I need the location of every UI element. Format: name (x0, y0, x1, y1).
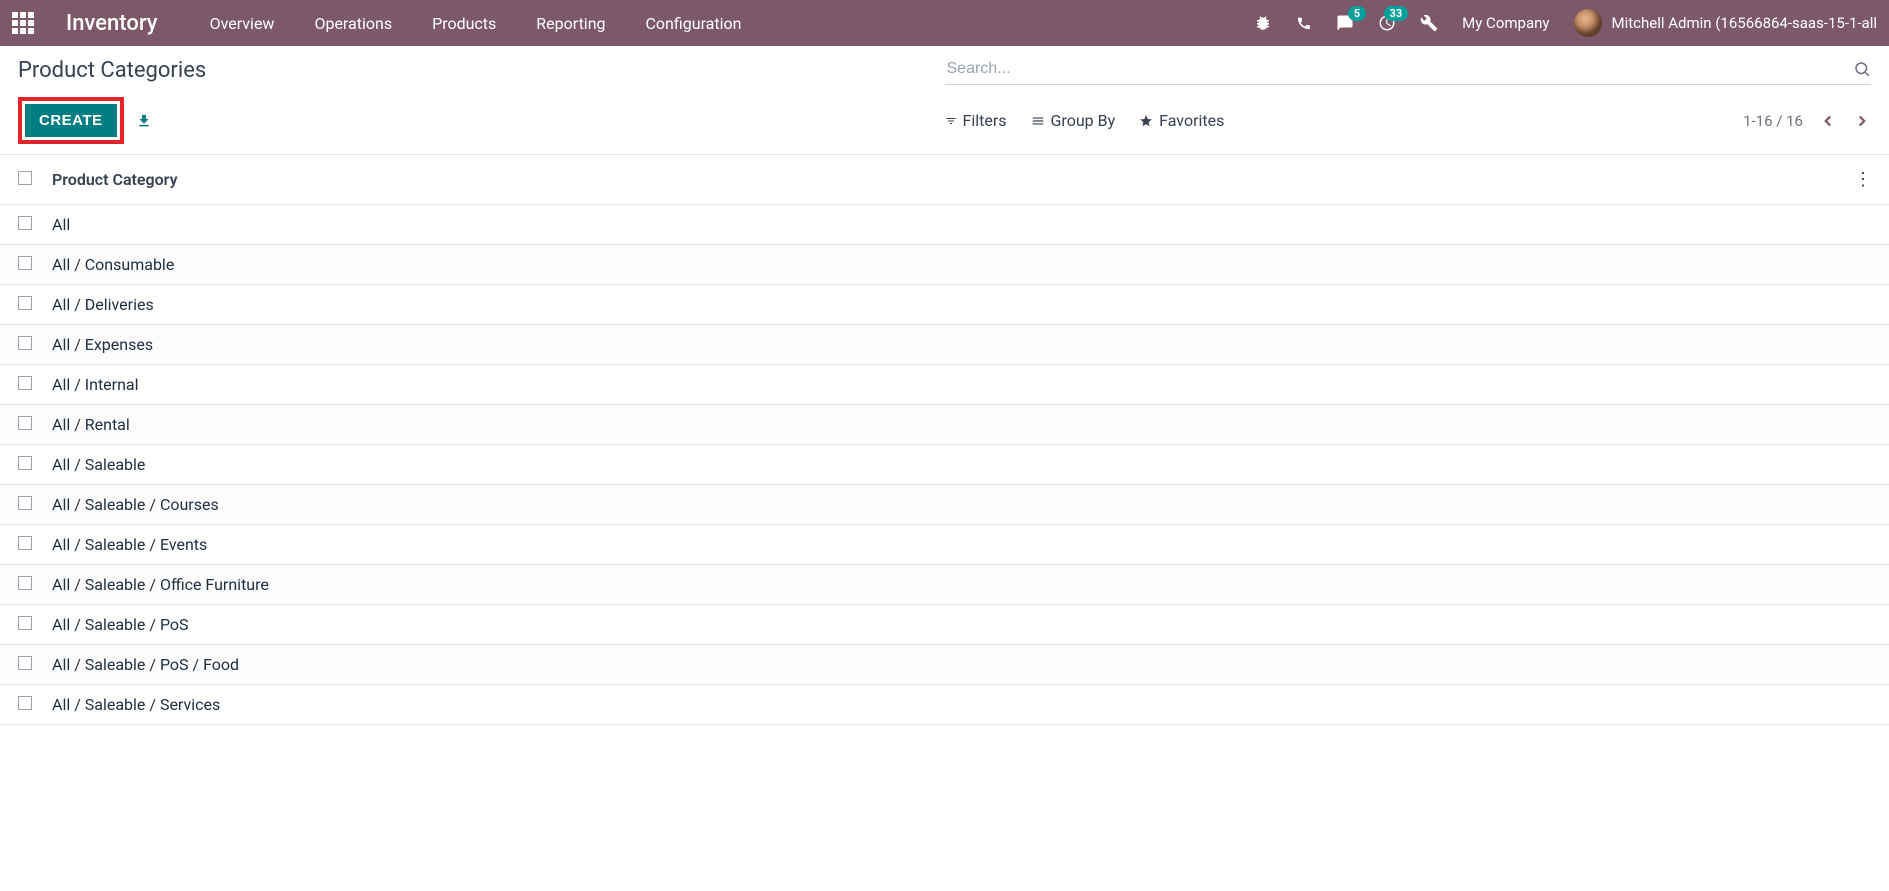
row-checkbox[interactable] (18, 216, 32, 230)
nav-item-configuration[interactable]: Configuration (646, 14, 742, 33)
tools-icon[interactable] (1420, 14, 1438, 32)
phone-icon[interactable] (1296, 15, 1312, 31)
app-brand[interactable]: Inventory (66, 11, 158, 36)
row-checkbox[interactable] (18, 256, 32, 270)
groupby-label: Group By (1051, 111, 1116, 130)
table-row[interactable]: All / Saleable / Services (0, 685, 1889, 725)
row-checkbox[interactable] (18, 336, 32, 350)
row-name: All / Expenses (52, 335, 153, 354)
table-row[interactable]: All / Consumable (0, 245, 1889, 285)
row-name: All / Saleable / Services (52, 695, 220, 714)
pager-next[interactable] (1853, 112, 1871, 130)
table-row[interactable]: All / Saleable (0, 445, 1889, 485)
chevron-left-icon (1819, 112, 1837, 130)
cp-bottom-left: CREATE (18, 97, 152, 144)
table-row[interactable]: All / Rental (0, 405, 1889, 445)
search-input[interactable] (945, 56, 1854, 82)
search-icon[interactable] (1853, 60, 1871, 78)
create-highlight: CREATE (18, 97, 124, 144)
row-name: All / Saleable / Office Furniture (52, 575, 269, 594)
pager-text: 1-16 / 16 (1743, 112, 1803, 130)
row-name: All / Saleable / PoS / Food (52, 655, 239, 674)
row-checkbox[interactable] (18, 696, 32, 710)
row-checkbox[interactable] (18, 576, 32, 590)
row-name: All / Rental (52, 415, 130, 434)
row-name: All / Internal (52, 375, 139, 394)
cp-bottom-right: Filters Group By Favorites 1-16 / 16 (945, 111, 1872, 130)
table-row[interactable]: All / Saleable / Events (0, 525, 1889, 565)
list-body: All All / Consumable All / Deliveries All /… (0, 205, 1889, 725)
activities-icon[interactable]: 33 (1378, 14, 1396, 32)
column-options-icon[interactable]: ⋮ (1854, 169, 1871, 190)
nav-item-reporting[interactable]: Reporting (536, 14, 605, 33)
debug-icon[interactable] (1254, 14, 1272, 32)
filters-button[interactable]: Filters (945, 111, 1007, 130)
nav-item-operations[interactable]: Operations (314, 14, 392, 33)
filters-label: Filters (963, 111, 1007, 130)
nav-item-overview[interactable]: Overview (210, 14, 275, 33)
list-view: Product Category ⋮ AllAll / ConsumableAl… (0, 155, 1889, 725)
row-checkbox[interactable] (18, 456, 32, 470)
favorites-label: Favorites (1159, 111, 1224, 130)
row-checkbox[interactable] (18, 296, 32, 310)
column-header-name[interactable]: Product Category (52, 170, 178, 189)
groupby-button[interactable]: Group By (1031, 111, 1116, 130)
activities-badge: 33 (1384, 6, 1409, 21)
messages-icon[interactable]: 5 (1336, 14, 1354, 32)
cp-bottom: CREATE Filters Group By Favorites (18, 97, 1871, 154)
row-name: All / Saleable / PoS (52, 615, 189, 634)
messages-badge: 5 (1348, 6, 1366, 21)
table-row[interactable]: All / Deliveries (0, 285, 1889, 325)
row-name: All / Consumable (52, 255, 174, 274)
filter-group: Filters Group By Favorites (945, 111, 1225, 130)
control-panel: Product Categories CREATE Filters (0, 46, 1889, 155)
search-container (945, 56, 1872, 85)
row-name: All (52, 215, 70, 234)
page-title: Product Categories (18, 58, 206, 83)
create-button[interactable]: CREATE (25, 104, 117, 137)
table-row[interactable]: All / Saleable / PoS / Food (0, 645, 1889, 685)
row-checkbox[interactable] (18, 536, 32, 550)
row-checkbox[interactable] (18, 496, 32, 510)
list-header: Product Category ⋮ (0, 155, 1889, 205)
row-name: All / Saleable / Events (52, 535, 207, 554)
groupby-icon (1031, 114, 1045, 128)
table-row[interactable]: All / Internal (0, 365, 1889, 405)
nav-item-products[interactable]: Products (432, 14, 496, 33)
favorites-button[interactable]: Favorites (1139, 111, 1224, 130)
table-row[interactable]: All / Expenses (0, 325, 1889, 365)
star-icon (1139, 114, 1153, 128)
cp-top: Product Categories (18, 56, 1871, 85)
main-navbar: Inventory Overview Operations Products R… (0, 0, 1889, 46)
row-name: All / Saleable / Courses (52, 495, 219, 514)
row-name: All / Saleable (52, 455, 145, 474)
user-name: Mitchell Admin (16566864-saas-15-1-all (1612, 14, 1878, 32)
table-row[interactable]: All / Saleable / Office Furniture (0, 565, 1889, 605)
row-checkbox[interactable] (18, 656, 32, 670)
chevron-right-icon (1853, 112, 1871, 130)
select-all-checkbox[interactable] (18, 171, 32, 185)
table-row[interactable]: All (0, 205, 1889, 245)
row-checkbox[interactable] (18, 416, 32, 430)
export-icon[interactable] (136, 113, 152, 129)
filter-icon (945, 115, 957, 127)
pager-group: 1-16 / 16 (1743, 112, 1871, 130)
row-name: All / Deliveries (52, 295, 154, 314)
user-menu[interactable]: Mitchell Admin (16566864-saas-15-1-all (1574, 9, 1878, 37)
navbar-right: 5 33 My Company Mitchell Admin (16566864… (1254, 9, 1877, 37)
navbar-left: Inventory Overview Operations Products R… (12, 11, 741, 36)
company-selector[interactable]: My Company (1462, 14, 1549, 32)
apps-icon[interactable] (12, 12, 34, 34)
avatar (1574, 9, 1602, 37)
table-row[interactable]: All / Saleable / PoS (0, 605, 1889, 645)
row-checkbox[interactable] (18, 616, 32, 630)
nav-menu: Overview Operations Products Reporting C… (210, 14, 742, 33)
table-row[interactable]: All / Saleable / Courses (0, 485, 1889, 525)
row-checkbox[interactable] (18, 376, 32, 390)
pager-prev[interactable] (1819, 112, 1837, 130)
